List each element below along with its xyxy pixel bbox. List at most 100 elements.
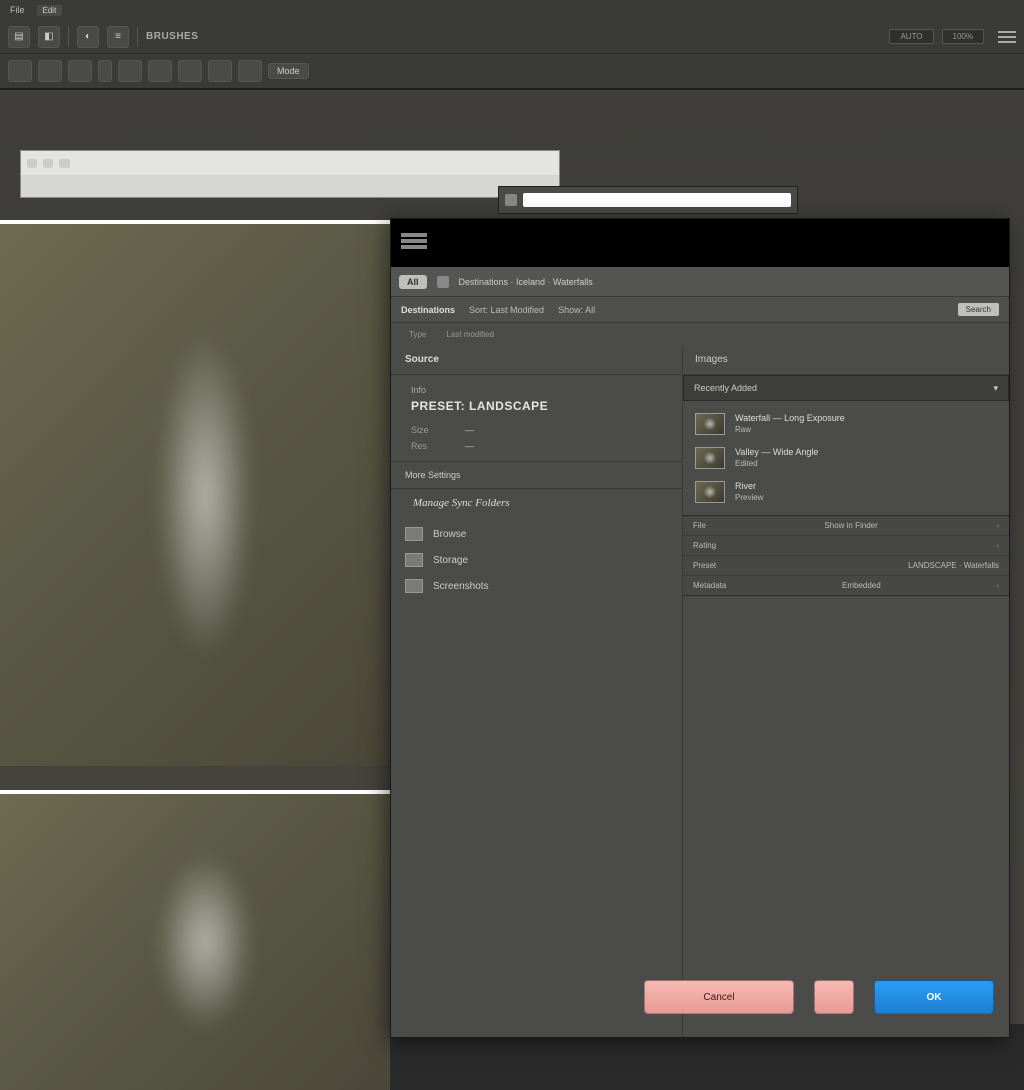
thumbnail-title: River [735, 481, 763, 493]
tool2-mode[interactable]: Mode [268, 63, 309, 79]
thumbnail-item[interactable]: Valley — Wide Angle Edited [683, 441, 1009, 475]
cancel-button[interactable]: Cancel [644, 980, 794, 1014]
dialog-subtoolbar: Destinations Sort: Last Modified Show: A… [391, 297, 1009, 323]
canvas-preview-top[interactable] [0, 220, 390, 766]
sidebar-item-storage[interactable]: Storage [391, 547, 682, 573]
tool2-4[interactable] [118, 60, 142, 82]
meta-key: Metadata [693, 581, 726, 590]
thumbnail-subtitle: Raw [735, 425, 845, 435]
meta-value: Embedded [842, 581, 881, 590]
sidebar-item-browse[interactable]: Browse [391, 521, 682, 547]
thumbnail-title: Valley — Wide Angle [735, 447, 818, 459]
breadcrumb[interactable]: Destinations · Iceland · Waterfalls [459, 277, 593, 287]
dialog-column-headers: Type Last modified [391, 323, 1009, 345]
filter-chip-all[interactable]: All [399, 275, 427, 289]
dialog-left-pane: Source Info PRESET: LANDSCAPE Size — Res… [391, 345, 683, 1037]
meta-row-rating[interactable]: Rating › [683, 536, 1009, 556]
res-value: — [465, 441, 474, 451]
sidebar-item-screenshots[interactable]: Screenshots [391, 573, 682, 599]
dialog-toolbar: All Destinations · Iceland · Waterfalls [391, 267, 1009, 297]
thumbnail-image [695, 481, 725, 503]
meta-row-file[interactable]: File Show in Finder › [683, 516, 1009, 536]
preset-value: PRESET: LANDSCAPE [411, 399, 662, 413]
document-tab[interactable] [43, 159, 53, 168]
dropdown-label: Recently Added [694, 383, 757, 393]
tool2-sep [98, 60, 112, 82]
tool2-8[interactable] [238, 60, 262, 82]
ok-button[interactable]: OK [874, 980, 994, 1014]
export-dialog: All Destinations · Iceland · Waterfalls … [390, 218, 1010, 1038]
res-key: Res [411, 441, 445, 451]
thumbnail-subtitle: Edited [735, 459, 818, 469]
tool2-7[interactable] [208, 60, 232, 82]
meta-row-preset[interactable]: Preset LANDSCAPE · Waterfalls [683, 556, 1009, 576]
meta-row-metadata[interactable]: Metadata Embedded › [683, 576, 1009, 595]
sidebar-item-label: Screenshots [433, 581, 489, 592]
tool2-1[interactable] [8, 60, 32, 82]
info-label: Info [411, 385, 662, 395]
tool-button-4[interactable]: ≡ [107, 26, 129, 48]
meta-value: Show in Finder [824, 521, 877, 530]
toolbar-field-auto[interactable]: AUTO [889, 29, 933, 44]
app-menubar: File Edit [0, 0, 1024, 20]
meta-value: LANDSCAPE · Waterfalls [908, 561, 999, 570]
more-settings-subtitle: Manage Sync Folders [391, 489, 682, 521]
tool2-5[interactable] [148, 60, 172, 82]
toolbar-label: BRUSHES [146, 31, 198, 42]
size-value: — [465, 425, 474, 435]
folder-icon [405, 527, 423, 541]
search-chip[interactable]: Search [958, 303, 999, 316]
aux-button[interactable] [814, 980, 854, 1014]
document-window[interactable] [20, 150, 560, 198]
document-tabstrip [21, 151, 559, 175]
floating-search-bar[interactable] [498, 186, 798, 214]
tool2-2[interactable] [38, 60, 62, 82]
tool2-3[interactable] [68, 60, 92, 82]
menu-file[interactable]: File [10, 5, 25, 15]
more-settings-header: More Settings [391, 461, 682, 489]
toolbar-separator [137, 27, 138, 47]
toolbar-field-zoom[interactable]: 100% [942, 29, 984, 44]
chevron-down-icon: ▾ [993, 383, 998, 394]
camera-icon [405, 579, 423, 593]
meta-key: Rating [693, 541, 716, 550]
toolbar-separator [68, 27, 69, 47]
list-icon [401, 233, 427, 253]
dialog-right-pane: Images Recently Added ▾ Waterfall — Long… [683, 345, 1009, 1037]
metadata-panel: File Show in Finder › Rating › Preset LA… [683, 515, 1009, 596]
canvas-preview-bottom[interactable] [0, 790, 390, 1090]
thumbnail-title: Waterfall — Long Exposure [735, 413, 845, 425]
thumbnail-item[interactable]: River Preview [683, 475, 1009, 509]
thumbnail-image [695, 413, 725, 435]
thumbnail-list: Waterfall — Long Exposure Raw Valley — W… [683, 401, 1009, 515]
menu-edit[interactable]: Edit [37, 5, 63, 16]
show-label[interactable]: Show: All [558, 305, 595, 315]
chevron-right-icon: › [996, 541, 999, 550]
hamburger-icon[interactable] [998, 31, 1016, 43]
grid-icon[interactable] [437, 276, 449, 288]
sidebar-item-label: Browse [433, 529, 466, 540]
sidebar-item-label: Storage [433, 555, 468, 566]
drive-icon [405, 553, 423, 567]
document-tab[interactable] [59, 159, 69, 168]
thumbnail-item[interactable]: Waterfall — Long Exposure Raw [683, 407, 1009, 441]
meta-key: Preset [693, 561, 716, 570]
size-key: Size [411, 425, 445, 435]
images-header: Images [683, 345, 1009, 375]
toolbar-secondary: Mode [0, 54, 1024, 90]
source-header: Source [391, 345, 682, 375]
tool-button-3[interactable]: ◐ [77, 26, 99, 48]
col-type: Type [409, 330, 426, 339]
document-tab[interactable] [27, 159, 37, 168]
tool-button-1[interactable]: ▤ [8, 26, 30, 48]
search-input[interactable] [523, 193, 791, 207]
col-modified: Last modified [446, 330, 494, 339]
thumbnail-subtitle: Preview [735, 493, 763, 503]
dialog-titlebar[interactable] [391, 219, 1009, 267]
meta-key: File [693, 521, 706, 530]
sort-label[interactable]: Sort: Last Modified [469, 305, 544, 315]
tool2-6[interactable] [178, 60, 202, 82]
dialog-button-bar: Cancel OK [644, 980, 994, 1014]
tool-button-2[interactable]: ◧ [38, 26, 60, 48]
sort-dropdown[interactable]: Recently Added ▾ [683, 375, 1009, 401]
